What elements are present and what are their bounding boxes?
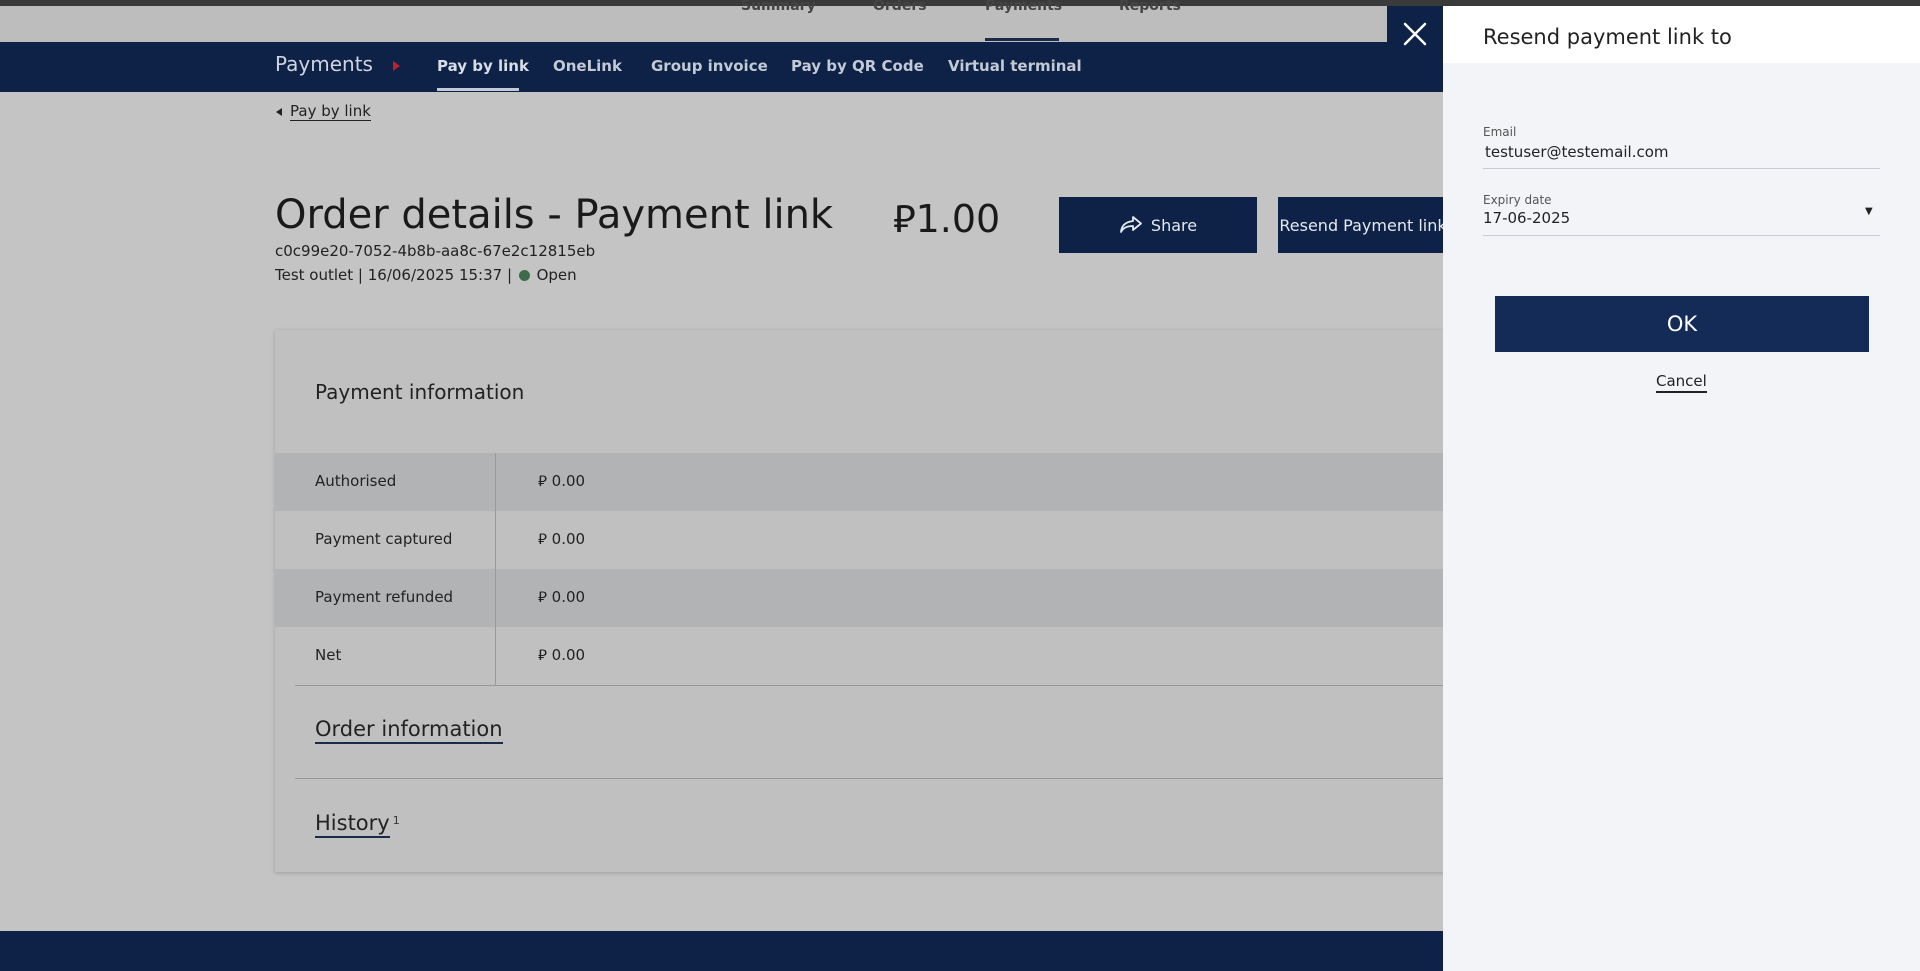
history-title: History	[315, 811, 390, 838]
table-row: Authorised ⃁ 0.00	[275, 453, 1455, 511]
back-link[interactable]: Pay by link	[276, 102, 371, 121]
order-details-card: Payment information Authorised ⃁ 0.00 Pa…	[275, 330, 1455, 872]
table-row: Payment captured ⃁ 0.00	[275, 511, 1455, 569]
ok-button-label: OK	[1666, 312, 1698, 336]
order-meta: Test outlet | 16/06/2025 15:37 | Open	[275, 266, 577, 284]
panel-header: Resend payment link to	[1443, 6, 1920, 63]
status-badge: Open	[536, 266, 577, 284]
email-field[interactable]: testuser@testemail.com	[1485, 143, 1669, 161]
expiry-date-select[interactable]: 17-06-2025	[1483, 209, 1570, 227]
table-row: Net ⃁ 0.00	[275, 627, 1455, 685]
breadcrumb-arrow-icon	[393, 61, 400, 71]
top-nav-active-indicator	[985, 38, 1059, 41]
tab-pay-by-link[interactable]: Pay by link	[437, 57, 529, 75]
order-datetime: 16/06/2025 15:37	[367, 266, 503, 284]
close-panel-button[interactable]	[1387, 6, 1443, 62]
table-row: Payment refunded ⃁ 0.00	[275, 569, 1455, 627]
back-link-label: Pay by link	[290, 102, 371, 121]
outlet-name: Test outlet	[275, 266, 354, 284]
order-information-toggle[interactable]: Order information	[315, 717, 503, 744]
divider	[295, 685, 1455, 686]
row-value: ⃁ 0.00	[538, 646, 586, 664]
tab-pay-by-qr-code[interactable]: Pay by QR Code	[791, 57, 924, 75]
share-button[interactable]: Share	[1059, 197, 1257, 253]
divider	[295, 778, 1455, 779]
tab-group-invoice[interactable]: Group invoice	[651, 57, 768, 75]
tab-virtual-terminal[interactable]: Virtual terminal	[948, 57, 1082, 75]
row-divider	[495, 569, 496, 627]
row-divider	[495, 511, 496, 569]
chevron-down-icon[interactable]: ▼	[1865, 206, 1873, 217]
back-arrow-icon	[276, 107, 282, 116]
row-label: Authorised	[315, 472, 397, 490]
top-nav-summary[interactable]: Summary	[741, 0, 816, 14]
email-label: Email	[1483, 125, 1517, 139]
order-id: c0c99e20-7052-4b8b-aa8c-67e2c12815eb	[275, 242, 596, 260]
section-title: Payments	[275, 52, 373, 76]
panel-title: Resend payment link to	[1483, 25, 1732, 49]
cancel-button[interactable]: Cancel	[1656, 372, 1707, 393]
email-underline	[1483, 168, 1880, 169]
row-value: ⃁ 0.00	[538, 530, 586, 548]
row-label: Payment refunded	[315, 588, 454, 606]
page-title: Order details - Payment link	[275, 192, 834, 238]
row-label: Payment captured	[315, 530, 453, 548]
share-icon	[1120, 216, 1142, 233]
row-value: ⃁ 0.00	[538, 472, 586, 490]
history-count: 1	[392, 813, 400, 827]
history-toggle[interactable]: History 1	[315, 811, 400, 838]
row-divider	[495, 627, 496, 685]
payment-information-title: Payment information	[315, 380, 525, 404]
tab-onelink[interactable]: OneLink	[553, 57, 622, 75]
share-button-label: Share	[1150, 215, 1198, 235]
expiry-date-label: Expiry date	[1483, 193, 1552, 207]
row-value: ⃁ 0.00	[538, 588, 586, 606]
expiry-underline	[1483, 235, 1880, 236]
top-nav-payments[interactable]: Payments	[985, 0, 1062, 14]
ok-button[interactable]: OK	[1495, 296, 1869, 352]
row-label: Net	[315, 646, 342, 664]
resend-button-label: Resend Payment link	[1279, 215, 1447, 235]
row-divider	[495, 453, 496, 511]
top-nav-reports[interactable]: Reports	[1119, 0, 1181, 14]
resend-panel: Resend payment link to Email testuser@te…	[1443, 6, 1920, 971]
close-icon	[1403, 22, 1427, 46]
top-nav-orders[interactable]: Orders	[873, 0, 927, 14]
order-amount: ⃁1.00	[893, 197, 1001, 241]
active-tab-indicator	[437, 88, 519, 91]
status-dot-icon	[518, 270, 530, 281]
resend-payment-link-button[interactable]: Resend Payment link	[1278, 197, 1448, 253]
